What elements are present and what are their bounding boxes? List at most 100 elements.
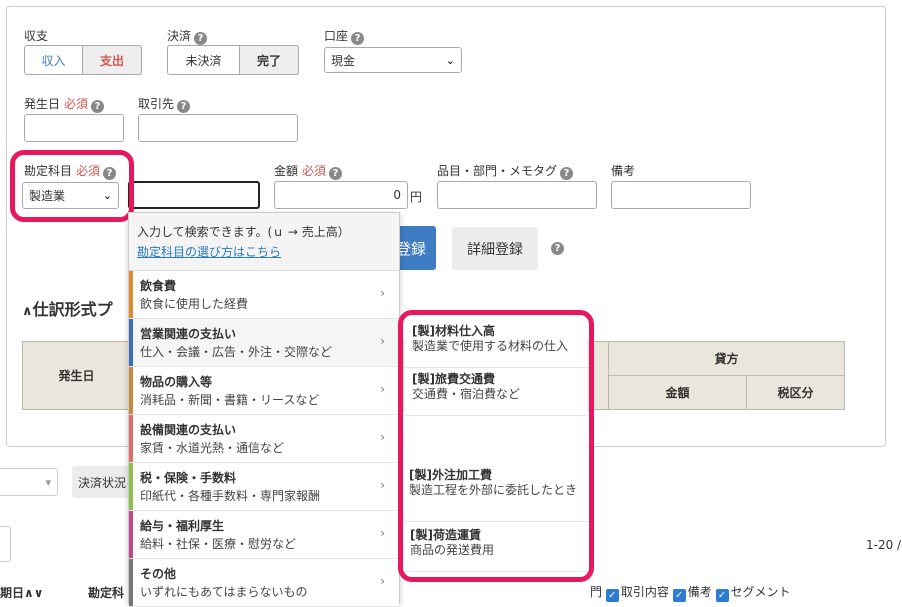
- expense-option[interactable]: 支出: [83, 45, 142, 75]
- sub-item[interactable]: [製]旅費交通費 交通費・宿泊費など: [404, 370, 588, 416]
- checkbox-icon[interactable]: ✓: [605, 589, 619, 602]
- account-label: 口座?: [324, 27, 365, 45]
- item-tag-label: 品目・部門・メモタグ?: [437, 162, 574, 180]
- help-icon[interactable]: ?: [560, 167, 574, 180]
- checkbox-label-note: 備考: [687, 585, 712, 599]
- settlement-label: 決済?: [167, 27, 208, 45]
- account-select[interactable]: 現金 ⌄: [324, 47, 462, 73]
- category-item[interactable]: その他いずれにもあてはまらないもの ›: [129, 559, 399, 607]
- help-icon[interactable]: ?: [91, 100, 105, 113]
- category-item[interactable]: 飲食費飲食に使用した経費 ›: [129, 271, 399, 319]
- chevron-right-icon: ›: [380, 574, 385, 588]
- amount-unit: 円: [410, 190, 423, 204]
- category-description: 消耗品・新聞・書籍・リースなど: [140, 393, 320, 407]
- dropdown-hint: 入力して検索できます。(ｕ → 売上高） 勘定科目の選び方はこちら: [129, 213, 399, 271]
- category-name: 税・保険・手数料: [140, 471, 237, 485]
- unsettled-option[interactable]: 未決済: [167, 45, 240, 75]
- help-icon[interactable]: ?: [194, 32, 208, 45]
- col-amount: 金額: [608, 375, 747, 410]
- settlement-toggle: 未決済 完了: [167, 45, 299, 75]
- category-color-bar: [129, 319, 133, 366]
- date-label: 発生日 必須?: [24, 95, 105, 113]
- settled-option[interactable]: 完了: [240, 45, 299, 75]
- detail-register-button[interactable]: 詳細登録: [452, 227, 538, 270]
- category-description: 印紙代・各種手数料・専門家報酬: [140, 489, 321, 503]
- chevron-right-icon: ›: [380, 478, 385, 492]
- chevron-down-icon: ⌄: [102, 189, 112, 202]
- category-color-bar: [129, 463, 133, 510]
- help-icon[interactable]: ?: [103, 167, 117, 180]
- category-color-bar: [129, 511, 133, 558]
- note-label: 備考: [611, 164, 636, 178]
- category-name: その他: [140, 567, 177, 581]
- sort-due-date[interactable]: 期日∧∨: [0, 584, 44, 601]
- account-item-select-value: 製造業: [29, 189, 66, 203]
- chevron-right-icon: ›: [380, 334, 385, 348]
- amount-label: 金額 必須?: [274, 162, 343, 180]
- dropdown-help-link[interactable]: 勘定科目の選び方はこちら: [137, 243, 391, 260]
- category-item[interactable]: 物品の購入等消耗品・新聞・書籍・リースなど ›: [129, 367, 399, 415]
- dropdown-hint-text: 入力して検索できます。(ｕ → 売上高）: [137, 225, 350, 239]
- category-name: 物品の購入等: [140, 375, 213, 389]
- date-input[interactable]: [24, 114, 124, 142]
- sub-item[interactable]: [製]外注加工費 製造工程を外部に委託したとき: [404, 466, 588, 522]
- category-item[interactable]: 設備関連の支払い家賃・水道光熱・通信など ›: [129, 415, 399, 463]
- income-expense-label: 収支: [24, 29, 49, 43]
- checkbox-icon[interactable]: ✓: [672, 589, 686, 602]
- category-name: 設備関連の支払い: [140, 423, 237, 437]
- account-item-search-input[interactable]: [128, 181, 260, 209]
- account-item-dropdown: 入力して検索できます。(ｕ → 売上高） 勘定科目の選び方はこちら 飲食費飲食に…: [128, 212, 400, 607]
- category-item[interactable]: 営業関連の支払い仕入・会議・広告・外注・交際など ›: [129, 319, 399, 367]
- filter-select[interactable]: ▾: [0, 468, 58, 496]
- journal-section-title[interactable]: ∧仕訳形式プ: [22, 296, 113, 320]
- account-item-label: 勘定科目 必須?: [24, 162, 117, 180]
- category-color-bar: [129, 271, 133, 318]
- partner-label: 取引先?: [138, 95, 191, 113]
- category-color-bar: [129, 415, 133, 462]
- help-icon[interactable]: ?: [177, 100, 191, 113]
- search-box[interactable]: [0, 526, 11, 562]
- category-list: 飲食費 飲食に使用した経費 › 営業関連の支払い 仕入・会議・広告・外注・交際など › 物品…: [129, 271, 399, 607]
- chevron-right-icon: ›: [380, 526, 385, 540]
- category-description: 給料・社保・医療・慰労など: [140, 537, 297, 551]
- help-icon[interactable]: ?: [551, 242, 564, 255]
- sub-item[interactable]: [製]材料仕入高 製造業で使用する材料の仕入: [404, 322, 588, 368]
- category-description: 家賃・水道光熱・通信など: [140, 441, 285, 455]
- category-description: 仕入・会議・広告・外注・交際など: [140, 345, 333, 359]
- category-color-bar: [129, 367, 133, 414]
- category-item[interactable]: 給与・福利厚生給料・社保・医療・慰労など ›: [129, 511, 399, 559]
- col-date: 発生日: [22, 341, 131, 410]
- category-color-bar: [129, 559, 133, 606]
- checkbox-label-segment: セグメント: [730, 585, 791, 599]
- chevron-right-icon: ›: [380, 382, 385, 396]
- checkbox-partial-label: 門: [590, 585, 603, 599]
- note-input[interactable]: [611, 181, 751, 209]
- income-option[interactable]: 収入: [24, 45, 83, 75]
- sub-item-panel: [製]材料仕入高 製造業で使用する材料の仕入 [製]旅費交通費 交通費・宿泊費な…: [404, 316, 588, 578]
- pagination-info: 1-20 /: [866, 538, 902, 552]
- category-description: いずれにもあてはまらないもの: [140, 585, 308, 599]
- help-icon[interactable]: ?: [329, 167, 343, 180]
- chevron-right-icon: ›: [380, 286, 385, 300]
- category-name: 飲食費: [140, 279, 177, 293]
- amount-input[interactable]: 0: [274, 181, 408, 209]
- col-tax: 税区分: [746, 375, 845, 410]
- col-account-header[interactable]: 勘定科: [88, 584, 124, 601]
- category-description: 飲食に使用した経費: [140, 297, 249, 311]
- category-item[interactable]: 税・保険・手数料印紙代・各種手数料・専門家報酬 ›: [129, 463, 399, 511]
- chevron-right-icon: ›: [380, 430, 385, 444]
- partner-input[interactable]: [138, 114, 298, 142]
- col-credit: 貸方: [608, 341, 845, 376]
- account-item-select[interactable]: 製造業 ⌄: [22, 182, 119, 209]
- help-icon[interactable]: ?: [351, 32, 365, 45]
- settlement-status-filter[interactable]: 決済状況: [72, 466, 132, 498]
- category-name: 給与・福利厚生: [140, 519, 225, 533]
- sub-item[interactable]: [製]荷造運賃 商品の発送費用: [404, 526, 588, 572]
- account-select-value: 現金: [331, 53, 356, 68]
- item-tag-input[interactable]: [437, 181, 597, 209]
- column-toggles: 門 ✓ 取引内容 ✓ 備考 ✓ セグメント: [590, 583, 791, 602]
- chevron-down-icon: ▾: [45, 475, 51, 489]
- category-name: 営業関連の支払い: [140, 327, 237, 341]
- sort-icon: ∧∨: [24, 586, 44, 600]
- checkbox-icon[interactable]: ✓: [715, 589, 729, 602]
